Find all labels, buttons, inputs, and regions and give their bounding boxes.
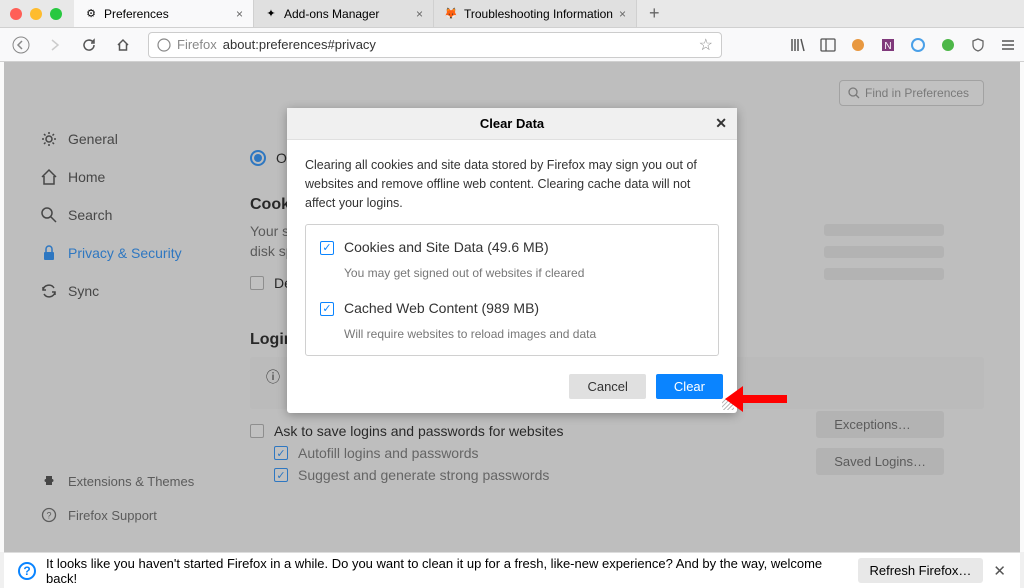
cookies-data-item[interactable]: ✓ Cookies and Site Data (49.6 MB) You ma… — [306, 229, 718, 290]
cancel-button[interactable]: Cancel — [569, 374, 645, 399]
clear-button[interactable]: Clear — [656, 374, 723, 399]
dialog-list: ✓ Cookies and Site Data (49.6 MB) You ma… — [305, 224, 719, 356]
ext-icon-4[interactable] — [940, 37, 956, 53]
clear-data-dialog: Clear Data ✕ Clearing all cookies and si… — [287, 108, 737, 413]
tab-preferences[interactable]: ⚙ Preferences × — [74, 0, 254, 27]
dialog-body: Clearing all cookies and site data store… — [287, 140, 737, 366]
firefox-identity-icon — [157, 38, 171, 52]
ext-icon-3[interactable] — [910, 37, 926, 53]
tab-title: Troubleshooting Information — [464, 7, 613, 21]
titlebar: ⚙ Preferences × ✦ Add-ons Manager × 🦊 Tr… — [0, 0, 1024, 28]
tab-addons[interactable]: ✦ Add-ons Manager × — [254, 0, 434, 27]
maximize-window-button[interactable] — [50, 8, 62, 20]
dialog-footer: Cancel Clear — [287, 366, 737, 413]
navbar: Firefox about:preferences#privacy ☆ N — [0, 28, 1024, 62]
home-icon — [116, 38, 130, 52]
bookmark-star-icon[interactable]: ☆ — [699, 35, 713, 55]
question-icon: ? — [18, 562, 36, 580]
tab-title: Add-ons Manager — [284, 7, 410, 21]
svg-text:N: N — [884, 41, 891, 52]
ext-icon-2[interactable]: N — [880, 37, 896, 53]
toolbar-icons: N — [790, 37, 1016, 53]
notification-bar: ? It looks like you haven't started Fire… — [4, 552, 1020, 588]
urlbar-identity-label: Firefox — [177, 37, 217, 52]
checkbox-checked-icon: ✓ — [320, 241, 334, 255]
dialog-title: Clear Data — [480, 116, 544, 131]
cached-content-item[interactable]: ✓ Cached Web Content (989 MB) Will requi… — [306, 290, 718, 351]
dialog-description: Clearing all cookies and site data store… — [305, 156, 719, 212]
arrow-right-icon — [48, 38, 62, 52]
back-button[interactable] — [8, 32, 34, 58]
home-button[interactable] — [110, 32, 136, 58]
arrow-left-icon — [12, 36, 30, 54]
ext-icon-1[interactable] — [850, 37, 866, 53]
checkbox-checked-icon: ✓ — [320, 302, 334, 316]
item-desc: Will require websites to reload images a… — [344, 325, 704, 343]
puzzle-icon: ✦ — [264, 7, 278, 21]
tab-close-button[interactable]: × — [619, 7, 626, 21]
library-icon[interactable] — [790, 37, 806, 53]
annotation-arrow — [727, 386, 787, 412]
reload-button[interactable] — [76, 32, 102, 58]
ext-icon-5[interactable] — [970, 37, 986, 53]
sidebar-icon[interactable] — [820, 37, 836, 53]
notification-text: It looks like you haven't started Firefo… — [46, 556, 848, 586]
tab-close-button[interactable]: × — [236, 7, 243, 21]
urlbar[interactable]: Firefox about:preferences#privacy ☆ — [148, 32, 722, 58]
item-title: Cookies and Site Data (49.6 MB) — [344, 237, 549, 258]
gear-icon: ⚙ — [84, 7, 98, 21]
menu-icon[interactable] — [1000, 37, 1016, 53]
new-tab-button[interactable]: + — [637, 0, 672, 27]
tab-title: Preferences — [104, 7, 230, 21]
forward-button[interactable] — [42, 32, 68, 58]
reload-icon — [82, 38, 96, 52]
tab-strip: ⚙ Preferences × ✦ Add-ons Manager × 🦊 Tr… — [74, 0, 672, 27]
dialog-close-button[interactable]: ✕ — [715, 115, 727, 132]
refresh-firefox-button[interactable]: Refresh Firefox… — [858, 558, 984, 583]
minimize-window-button[interactable] — [30, 8, 42, 20]
item-desc: You may get signed out of websites if cl… — [344, 264, 704, 282]
firefox-icon: 🦊 — [444, 7, 458, 21]
close-window-button[interactable] — [10, 8, 22, 20]
urlbar-url: about:preferences#privacy — [223, 37, 693, 52]
item-title: Cached Web Content (989 MB) — [344, 298, 539, 319]
traffic-lights — [10, 8, 62, 20]
dialog-header: Clear Data ✕ — [287, 108, 737, 140]
notification-close-button[interactable]: ✕ — [993, 562, 1006, 580]
tab-troubleshooting[interactable]: 🦊 Troubleshooting Information × — [434, 0, 637, 27]
tab-close-button[interactable]: × — [416, 7, 423, 21]
